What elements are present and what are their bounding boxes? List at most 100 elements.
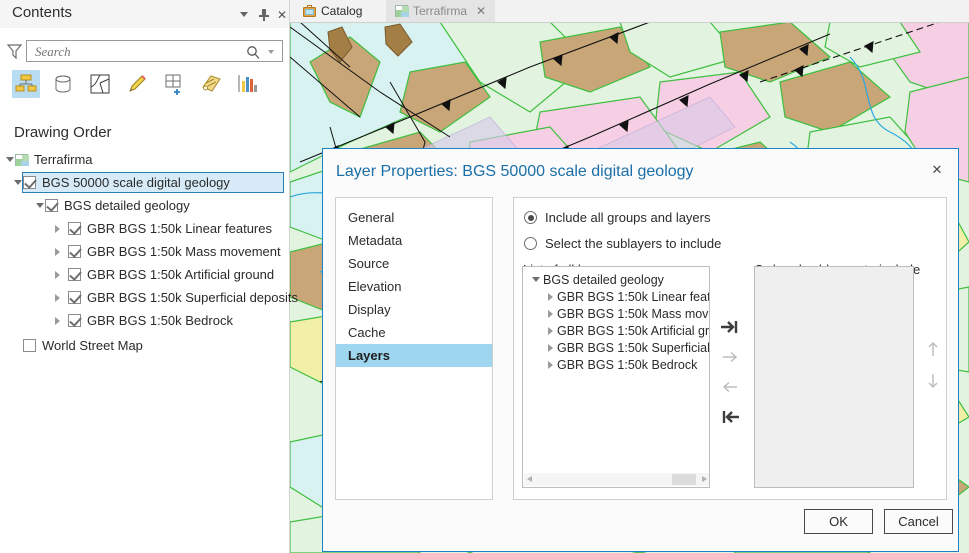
move-all-left-button[interactable] xyxy=(717,406,743,428)
scrollbar-thumb[interactable] xyxy=(672,474,696,485)
labeling-icon[interactable] xyxy=(197,70,225,98)
layer-visibility-checkbox[interactable] xyxy=(68,268,81,281)
list-item[interactable]: GBR BGS 1:50k Artificial ground xyxy=(523,322,709,339)
tree-item-label: Terrafirma xyxy=(34,152,93,167)
tab-display[interactable]: Display xyxy=(336,298,492,321)
list-of-all-layers[interactable]: BGS detailed geology GBR BGS 1:50k Linea… xyxy=(522,266,710,488)
search-input[interactable] xyxy=(35,44,245,59)
search-box[interactable] xyxy=(26,40,283,62)
tab-source[interactable]: Source xyxy=(336,252,492,275)
radio-include-all-row[interactable]: Include all groups and layers xyxy=(524,210,711,225)
close-icon[interactable]: ✕ xyxy=(274,7,290,22)
tab-elevation[interactable]: Elevation xyxy=(336,275,492,298)
data-source-icon[interactable] xyxy=(49,70,77,98)
contents-toolbar xyxy=(12,68,277,100)
radio-include-all[interactable] xyxy=(524,211,537,224)
tab-cache[interactable]: Cache xyxy=(336,321,492,344)
move-up-button[interactable] xyxy=(922,338,944,360)
dialog-title: Layer Properties: BGS 50000 scale digita… xyxy=(336,163,694,180)
expander-right-icon[interactable] xyxy=(52,263,63,286)
document-tab-bar: Catalog Terrafirma ✕ xyxy=(290,0,969,23)
expander-right-icon[interactable] xyxy=(543,326,557,335)
tab-terrafirma[interactable]: Terrafirma ✕ xyxy=(386,0,496,22)
radio-select-sublayers-row[interactable]: Select the sublayers to include xyxy=(524,236,721,251)
tab-catalog-label: Catalog xyxy=(321,4,363,18)
list-item[interactable]: BGS detailed geology xyxy=(523,271,709,288)
move-down-button[interactable] xyxy=(922,370,944,392)
tree-item-terrafirma[interactable]: Terrafirma xyxy=(0,148,289,171)
dialog-close-icon[interactable]: ✕ xyxy=(926,160,948,180)
tree-item-label: GBR BGS 1:50k Mass movement xyxy=(87,244,281,259)
catalog-icon xyxy=(303,5,316,17)
tab-metadata[interactable]: Metadata xyxy=(336,229,492,252)
expander-down-icon[interactable] xyxy=(529,277,543,282)
layer-visibility-checkbox[interactable] xyxy=(68,245,81,258)
tree-item-label: GBR BGS 1:50k Linear features xyxy=(87,221,272,236)
layer-visibility-checkbox[interactable] xyxy=(23,338,36,352)
ok-button[interactable]: OK xyxy=(804,509,873,534)
tab-close-icon[interactable]: ✕ xyxy=(476,5,486,17)
editing-icon[interactable] xyxy=(123,70,151,98)
expander-right-icon[interactable] xyxy=(543,292,557,301)
layer-visibility-checkbox[interactable] xyxy=(68,222,81,235)
tab-general[interactable]: General xyxy=(336,206,492,229)
tree-item-label: GBR BGS 1:50k Bedrock xyxy=(87,313,233,328)
charts-icon[interactable] xyxy=(234,70,262,98)
tree-item-superficial-deposits[interactable]: GBR BGS 1:50k Superficial deposits xyxy=(0,286,298,309)
pin-icon[interactable] xyxy=(256,7,272,22)
tree-item-bgs-50000[interactable]: BGS 50000 scale digital geology xyxy=(0,171,289,194)
list-item[interactable]: GBR BGS 1:50k Superficial deposits xyxy=(523,339,709,356)
scroll-right-arrow-icon[interactable] xyxy=(702,476,707,482)
expander-down-icon[interactable] xyxy=(4,148,15,171)
tree-item-bgs-detailed[interactable]: BGS detailed geology xyxy=(0,194,289,217)
layer-visibility-checkbox[interactable] xyxy=(23,176,36,189)
tree-item-linear-features[interactable]: GBR BGS 1:50k Linear features xyxy=(0,217,289,240)
radio-select-sublayers[interactable] xyxy=(524,237,537,250)
tree-item-artificial-ground[interactable]: GBR BGS 1:50k Artificial ground xyxy=(0,263,289,286)
snapping-icon[interactable] xyxy=(160,70,188,98)
magnifier-icon[interactable] xyxy=(246,45,260,62)
layer-visibility-checkbox[interactable] xyxy=(45,199,58,212)
list-item-label: GBR BGS 1:50k Superficial deposits xyxy=(557,340,710,355)
map-icon xyxy=(15,153,29,166)
chevron-down-icon[interactable] xyxy=(268,50,274,54)
list-item[interactable]: GBR BGS 1:50k Linear features xyxy=(523,288,709,305)
expander-right-icon[interactable] xyxy=(52,286,63,309)
contents-panel: Contents ✕ Search Drawing Order Terrafir… xyxy=(0,0,298,553)
layer-visibility-checkbox[interactable] xyxy=(68,314,81,327)
move-right-button[interactable] xyxy=(717,346,743,368)
ordered-sublayers-list[interactable] xyxy=(754,266,914,488)
expander-right-icon[interactable] xyxy=(52,217,63,240)
move-left-button[interactable] xyxy=(717,376,743,398)
drawing-order-icon[interactable] xyxy=(12,70,40,98)
expander-down-icon[interactable] xyxy=(34,194,45,217)
expander-right-icon[interactable] xyxy=(543,360,557,369)
expander-down-icon[interactable] xyxy=(12,171,23,194)
tree-item-world-street-map[interactable]: World Street Map xyxy=(0,332,289,358)
tab-catalog[interactable]: Catalog xyxy=(294,0,371,22)
tree-item-mass-movement[interactable]: GBR BGS 1:50k Mass movement xyxy=(0,240,289,263)
tree-item-label: BGS detailed geology xyxy=(64,198,190,213)
expander-right-icon[interactable] xyxy=(543,309,557,318)
tree-item-bedrock[interactable]: GBR BGS 1:50k Bedrock xyxy=(0,309,289,332)
move-all-right-button[interactable] xyxy=(717,316,743,338)
layer-visibility-checkbox[interactable] xyxy=(68,291,81,304)
list-item[interactable]: GBR BGS 1:50k Bedrock xyxy=(523,356,709,373)
contents-menu-caret-icon[interactable] xyxy=(236,7,252,22)
horizontal-scrollbar[interactable] xyxy=(524,473,709,486)
expander-right-icon[interactable] xyxy=(543,343,557,352)
tab-layers[interactable]: Layers xyxy=(336,344,492,367)
expander-right-icon[interactable] xyxy=(52,240,63,263)
tree-item-label: GBR BGS 1:50k Superficial deposits xyxy=(87,290,298,305)
radio-include-all-label: Include all groups and layers xyxy=(545,210,711,225)
drawing-order-label: Drawing Order xyxy=(14,124,112,141)
funnel-icon[interactable] xyxy=(6,43,23,60)
list-item[interactable]: GBR BGS 1:50k Mass movement xyxy=(523,305,709,322)
expander-right-icon[interactable] xyxy=(52,309,63,332)
scroll-left-arrow-icon[interactable] xyxy=(527,476,532,482)
layer-properties-dialog: Layer Properties: BGS 50000 scale digita… xyxy=(322,148,959,552)
cancel-button[interactable]: Cancel xyxy=(884,509,953,534)
selection-icon[interactable] xyxy=(86,70,114,98)
list-item-label: GBR BGS 1:50k Mass movement xyxy=(557,306,709,321)
layer-tree: Terrafirma BGS 50000 scale digital geolo… xyxy=(0,148,298,358)
